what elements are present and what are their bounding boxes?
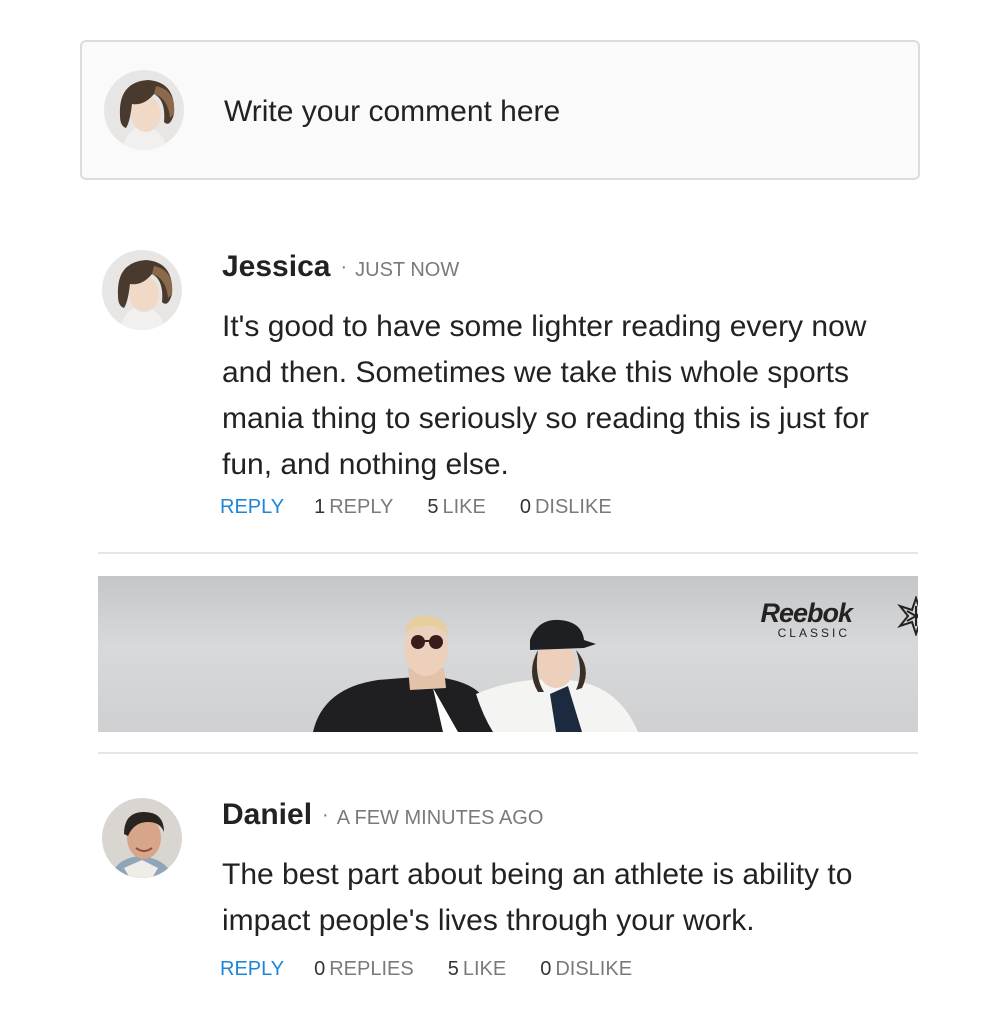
like-button[interactable]: 5 LIKE: [427, 496, 485, 519]
replies-label: REPLY: [329, 496, 394, 518]
divider: [98, 552, 918, 554]
replies-label: REPLIES: [329, 958, 414, 980]
comment-text: The best part about being an athlete is …: [222, 858, 853, 937]
current-user-avatar: [104, 70, 184, 150]
comment-timestamp: JUST NOW: [355, 259, 460, 281]
comment-author-avatar: [102, 798, 182, 878]
dislike-count: 0: [540, 958, 552, 980]
comment-item: Jessica · JUST NOW It's good to have som…: [100, 250, 920, 530]
dislike-button[interactable]: 0 DISLIKE: [520, 496, 612, 519]
comment-composer: [80, 40, 920, 180]
ad-brand: Reebok CLASSIC: [760, 598, 853, 641]
dislike-button[interactable]: 0 DISLIKE: [540, 958, 632, 981]
comment-body: Jessica · JUST NOW It's good to have som…: [222, 250, 902, 488]
comment-actions: REPLY 0 REPLIES 5 LIKE 0 DISLIKE: [220, 958, 666, 981]
like-count: 5: [427, 496, 439, 518]
dislike-label: DISLIKE: [555, 958, 633, 980]
comment-input[interactable]: [224, 82, 884, 142]
comment-timestamp: A FEW MINUTES AGO: [336, 807, 544, 829]
like-count: 5: [447, 958, 459, 980]
dislike-label: DISLIKE: [534, 496, 612, 518]
comment-body: Daniel · A FEW MINUTES AGO The best part…: [222, 798, 902, 944]
separator-dot: ·: [322, 804, 329, 826]
replies-count-button[interactable]: 0 REPLIES: [314, 958, 414, 981]
comment-text: It's good to have some lighter reading e…: [222, 310, 869, 481]
replies-count: 0: [314, 958, 326, 980]
divider: [98, 752, 918, 754]
replies-count-button[interactable]: 1 REPLY: [314, 496, 393, 519]
comment-author[interactable]: Jessica: [222, 250, 330, 284]
ad-banner[interactable]: Reebok CLASSIC: [98, 576, 918, 732]
like-label: LIKE: [442, 496, 486, 518]
reply-button[interactable]: REPLY: [220, 496, 284, 519]
comment-actions: REPLY 1 REPLY 5 LIKE 0 DISLIKE: [220, 496, 646, 519]
dislike-count: 0: [519, 496, 531, 518]
reply-button[interactable]: REPLY: [220, 958, 284, 981]
like-label: LIKE: [462, 958, 507, 980]
comment-item: Daniel · A FEW MINUTES AGO The best part…: [100, 798, 920, 998]
comment-author-avatar: [102, 250, 182, 330]
ad-brand-name: Reebok: [760, 598, 853, 628]
comment-header: Jessica · JUST NOW: [222, 250, 902, 284]
ad-brand-subtitle: CLASSIC: [777, 626, 850, 640]
like-button[interactable]: 5 LIKE: [448, 958, 506, 981]
comment-header: Daniel · A FEW MINUTES AGO: [222, 798, 902, 832]
separator-dot: ·: [340, 256, 348, 278]
replies-count: 1: [314, 496, 326, 518]
comment-author[interactable]: Daniel: [222, 798, 312, 832]
comments-page: Jessica · JUST NOW It's good to have som…: [0, 0, 1000, 1020]
